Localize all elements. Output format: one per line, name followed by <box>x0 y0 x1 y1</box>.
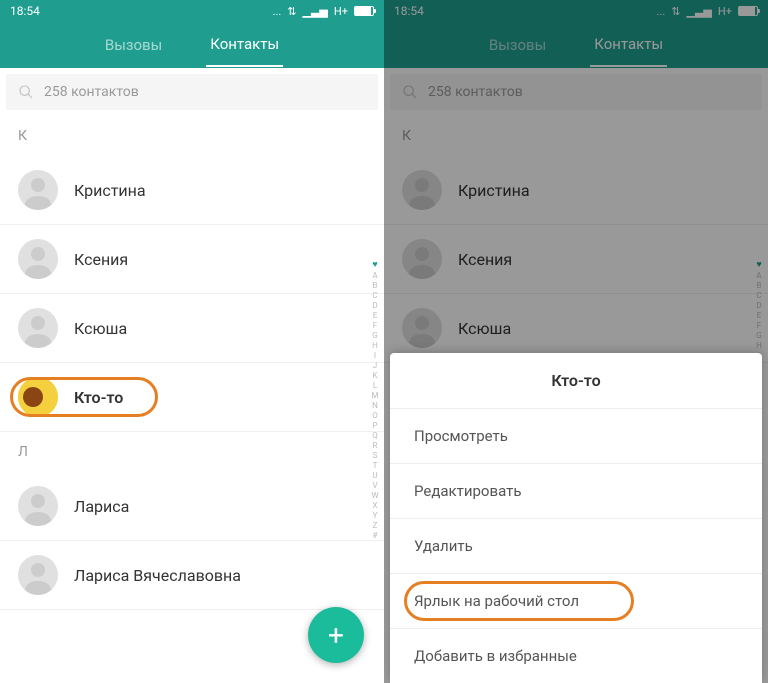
search-icon <box>402 84 418 100</box>
contact-row: Кристина <box>384 156 768 225</box>
sheet-item-view[interactable]: Просмотреть <box>390 409 762 464</box>
section-header-l: Л <box>0 432 384 472</box>
tab-calls[interactable]: Вызовы <box>485 24 550 66</box>
search-bar[interactable]: 258 контактов <box>390 74 762 110</box>
tab-contacts[interactable]: Контакты <box>590 23 667 67</box>
contact-row[interactable]: Лариса Вячеславовна <box>0 541 384 610</box>
status-network-icon: ⇅ <box>287 5 296 18</box>
avatar-placeholder <box>18 486 58 526</box>
status-bar: 18:54 ... ⇅ ▁▃▅ H+ <box>0 0 384 22</box>
search-bar[interactable]: 258 контактов <box>6 74 378 110</box>
avatar-placeholder <box>18 170 58 210</box>
sheet-title: Кто-то <box>390 353 762 409</box>
header: Вызовы Контакты <box>384 22 768 68</box>
contact-name: Ксения <box>74 250 128 269</box>
avatar-placeholder <box>18 555 58 595</box>
status-time: 18:54 <box>10 4 40 18</box>
avatar-placeholder <box>402 170 442 210</box>
search-placeholder: 258 контактов <box>428 84 523 100</box>
fab-add-contact[interactable]: + <box>308 607 364 663</box>
contact-row-highlighted[interactable]: Кто-то <box>0 363 384 432</box>
section-header-k: К <box>0 116 384 156</box>
contact-name: Кристина <box>458 181 530 200</box>
contact-name: Ксения <box>458 250 512 269</box>
avatar-placeholder <box>402 239 442 279</box>
tab-calls[interactable]: Вызовы <box>101 24 166 66</box>
search-icon <box>18 84 34 100</box>
contact-name: Ксюша <box>458 319 511 338</box>
status-signal-icon: ▁▃▅ <box>303 5 328 18</box>
contact-name: Лариса Вячеславовна <box>74 566 241 585</box>
contact-row[interactable]: Кристина <box>0 156 384 225</box>
sheet-item-favorite[interactable]: Добавить в избранные <box>390 629 762 683</box>
avatar-placeholder <box>18 239 58 279</box>
status-signal-icon: ▁▃▅ <box>687 5 712 18</box>
status-right: ... ⇅ ▁▃▅ H+ <box>657 5 758 18</box>
favorites-icon[interactable]: ♥ <box>372 259 377 270</box>
section-header-k: К <box>384 116 768 156</box>
search-placeholder: 258 контактов <box>44 84 139 100</box>
sheet-item-edit[interactable]: Редактировать <box>390 464 762 519</box>
sheet-item-delete[interactable]: Удалить <box>390 519 762 574</box>
battery-icon <box>354 6 374 16</box>
screen-right: 18:54 ... ⇅ ▁▃▅ H+ Вызовы Контакты 258 к… <box>384 0 768 683</box>
status-network-icon: ⇅ <box>671 5 680 18</box>
contact-row: Ксения <box>384 225 768 294</box>
status-right: ... ⇅ ▁▃▅ H+ <box>273 5 374 18</box>
header: Вызовы Контакты <box>0 22 384 68</box>
contacts-list[interactable]: К Кристина Ксения Ксюша Кто-то Л Лариса … <box>0 116 384 683</box>
avatar-placeholder <box>402 308 442 348</box>
contact-name: Ксюша <box>74 319 127 338</box>
status-time: 18:54 <box>394 4 424 18</box>
avatar-placeholder <box>18 308 58 348</box>
screen-left: 18:54 ... ⇅ ▁▃▅ H+ Вызовы Контакты 258 к… <box>0 0 384 683</box>
contact-name: Кристина <box>74 181 146 200</box>
alpha-index[interactable]: ♥ ABCDEFGHIJKLMNOPQRSTUVWXYZ# <box>368 116 382 683</box>
contact-name: Лариса <box>74 497 129 516</box>
context-menu-sheet: Кто-то Просмотреть Редактировать Удалить… <box>390 353 762 683</box>
tab-contacts[interactable]: Контакты <box>206 23 283 67</box>
status-dots: ... <box>273 5 282 18</box>
contact-name: Кто-то <box>74 388 123 407</box>
plus-icon: + <box>328 619 344 652</box>
favorites-icon: ♥ <box>756 259 761 270</box>
avatar-photo <box>18 377 58 417</box>
contact-row[interactable]: Ксюша <box>0 294 384 363</box>
status-network: H+ <box>718 5 732 18</box>
status-bar: 18:54 ... ⇅ ▁▃▅ H+ <box>384 0 768 22</box>
contact-row[interactable]: Ксения <box>0 225 384 294</box>
contact-row[interactable]: Лариса <box>0 472 384 541</box>
status-network: H+ <box>334 5 348 18</box>
status-dots: ... <box>657 5 666 18</box>
sheet-item-shortcut[interactable]: Ярлык на рабочий стол <box>390 574 762 629</box>
battery-icon <box>738 6 758 16</box>
